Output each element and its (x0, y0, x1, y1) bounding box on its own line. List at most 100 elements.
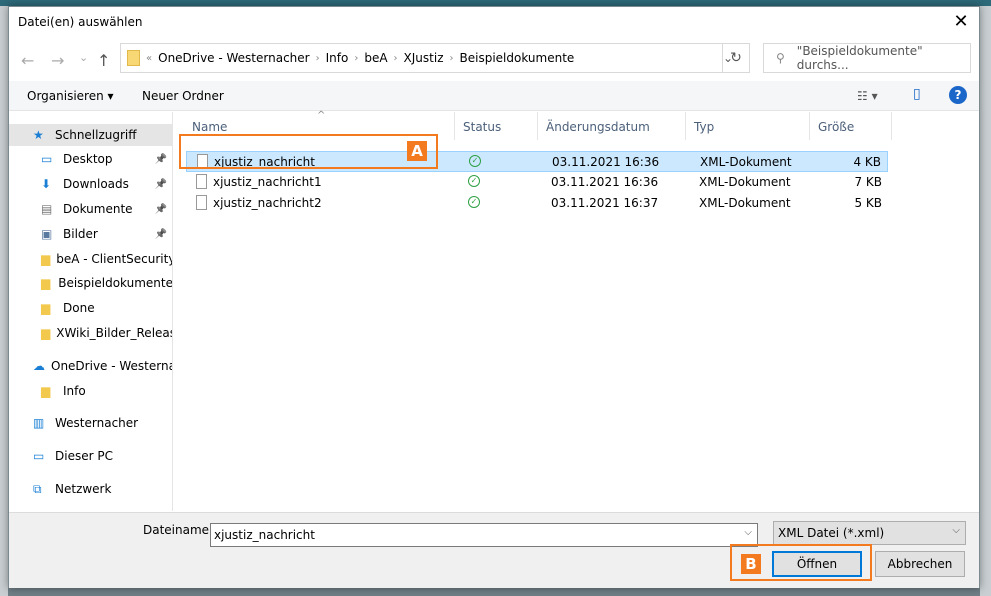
sidebar-item-label: Schnellzugriff (55, 128, 137, 142)
filetype-value: XML Datei (*.xml) (778, 526, 885, 540)
pin-icon[interactable]: 📌 (155, 179, 167, 190)
recent-locations-chevron-icon[interactable]: ⌄ (79, 51, 88, 64)
xml-file-icon (196, 195, 207, 210)
sync-status-icon: ✓ (469, 155, 481, 167)
sidebar-item[interactable]: ▆ Beispieldokumente (9, 272, 172, 294)
sidebar-item[interactable]: ▣ Bilder 📌 (9, 223, 172, 245)
download-icon: ⬇ (41, 177, 52, 191)
sidebar-item[interactable]: ▥ Westernacher (9, 412, 172, 434)
breadcrumb-bea[interactable]: beA (364, 51, 387, 65)
sidebar-item-label: Done (63, 301, 95, 315)
sidebar-item-label: XWiki_Bilder_Releas (56, 326, 173, 340)
network-icon: ⧉ (33, 482, 42, 496)
overflow-chevron[interactable]: « (146, 53, 152, 64)
sidebar-item[interactable]: ▭ Dieser PC (9, 445, 172, 467)
folder-icon (127, 50, 140, 66)
chevron-down-icon[interactable]: ⌵ (744, 527, 752, 538)
dialog-title: Datei(en) auswählen (18, 15, 143, 29)
file-size: 4 KB (853, 155, 881, 169)
sidebar-item[interactable]: ▤ Dokumente 📌 (9, 198, 172, 220)
file-list[interactable]: ^ Name Status Änderungsdatum Typ Größe x… (174, 110, 979, 511)
building-icon: ▥ (33, 416, 45, 430)
file-size: 5 KB (854, 196, 882, 210)
breadcrumb-onedrive[interactable]: OneDrive - Westernacher (158, 51, 309, 65)
sidebar-item-label: Bilder (63, 227, 98, 241)
file-name: xjustiz_nachricht1 (213, 175, 322, 189)
file-row[interactable]: xjustiz_nachricht1 ✓ 03.11.2021 16:36 XML-D… (186, 172, 888, 193)
pin-icon[interactable]: 📌 (155, 204, 167, 215)
column-header-date[interactable]: Änderungsdatum (538, 112, 686, 140)
file-date: 03.11.2021 16:36 (551, 175, 659, 189)
sidebar-item-label: Westernacher (55, 416, 139, 430)
sync-status-icon: ✓ (468, 175, 480, 187)
forward-arrow-icon[interactable]: → (51, 51, 64, 70)
search-icon: ⚲ (776, 51, 785, 65)
folder-icon: ▆ (41, 252, 51, 266)
sidebar-item[interactable]: ▆ Done (9, 297, 172, 319)
folder-icon: ▆ (41, 301, 51, 315)
sidebar-item-label: Downloads (63, 177, 129, 191)
view-options-icon[interactable]: ☷ ▾ (857, 89, 878, 103)
cancel-button[interactable]: Abbrechen (875, 551, 965, 577)
refresh-button[interactable]: ↻ (722, 43, 750, 73)
computer-icon: ▭ (33, 449, 45, 463)
folder-icon: ▆ (41, 384, 51, 398)
annotation-badge-b: B (741, 554, 761, 574)
folder-icon: ▆ (41, 326, 51, 340)
close-button[interactable]: ✕ (949, 11, 973, 33)
filename-label: Dateiname: (143, 523, 214, 537)
up-arrow-icon[interactable]: ↑ (97, 51, 110, 70)
pin-icon[interactable]: 📌 (155, 229, 167, 240)
filename-value: xjustiz_nachricht (214, 528, 315, 542)
back-arrow-icon[interactable]: ← (21, 51, 34, 70)
file-name: xjustiz_nachricht2 (213, 196, 322, 210)
address-bar[interactable]: « OneDrive - Westernacher › Info › beA › XJ… (120, 43, 750, 73)
breadcrumb-xjustiz[interactable]: XJustiz (404, 51, 444, 65)
column-header-type[interactable]: Typ (686, 112, 810, 140)
chevron-down-icon: ⌵ (952, 525, 960, 536)
column-header-size[interactable]: Größe (810, 112, 892, 140)
sidebar-item-label: Dieser PC (55, 449, 113, 463)
sidebar-item[interactable]: ⧉ Netzwerk (9, 478, 172, 500)
pictures-icon: ▣ (41, 227, 53, 241)
column-header-status[interactable]: Status (455, 112, 538, 140)
xml-file-icon (196, 174, 207, 189)
pin-icon[interactable]: 📌 (155, 154, 167, 165)
file-row[interactable]: xjustiz_nachricht2 ✓ 03.11.2021 16:37 XML-D… (186, 193, 888, 214)
file-type: XML-Dokument (699, 175, 791, 189)
breadcrumb-info[interactable]: Info (326, 51, 349, 65)
annotation-highlight-a (179, 134, 438, 169)
sidebar-item[interactable]: ▆ beA - ClientSecurity (9, 248, 173, 270)
sidebar-item-label: Dokumente (63, 202, 133, 216)
sidebar-item[interactable]: ⬇ Downloads 📌 (9, 173, 172, 195)
sidebar-item-label: beA - ClientSecurity (56, 252, 173, 266)
sidebar-item[interactable]: ★ Schnellzugriff (9, 124, 172, 146)
file-open-dialog: Datei(en) auswählen ✕ ← → ⌄ ↑ « OneDrive… (8, 6, 980, 588)
breadcrumb-beispieldokumente[interactable]: Beispieldokumente (460, 51, 575, 65)
navigation-pane[interactable]: ★ Schnellzugriff ▭ Desktop 📌 ⬇ Downloads 📌 ▤ Doku… (9, 112, 173, 511)
file-size: 7 KB (854, 175, 882, 189)
file-type: XML-Dokument (699, 196, 791, 210)
sidebar-item[interactable]: ☁ OneDrive - Westernac (9, 355, 173, 377)
search-placeholder: "Beispieldokumente" durchs... (796, 44, 923, 72)
filetype-select[interactable]: XML Datei (*.xml) ⌵ (773, 521, 966, 545)
new-folder-button[interactable]: Neuer Ordner (142, 89, 224, 103)
file-date: 03.11.2021 16:37 (551, 196, 659, 210)
annotation-badge-a: A (407, 141, 427, 161)
file-type: XML-Dokument (700, 155, 792, 169)
sidebar-item[interactable]: ▆ XWiki_Bilder_Releas (9, 322, 173, 344)
help-icon[interactable]: ? (949, 86, 967, 104)
sidebar-item[interactable]: ▆ Info (9, 380, 172, 402)
search-input[interactable]: ⚲ "Beispieldokumente" durchs... (763, 43, 971, 73)
sidebar-item[interactable]: ▭ Desktop 📌 (9, 148, 172, 170)
documents-icon: ▤ (41, 202, 53, 216)
cloud-icon: ☁ (33, 359, 45, 373)
preview-pane-icon[interactable]: ▯ (913, 86, 921, 102)
sidebar-item-label: OneDrive - Westernac (51, 359, 173, 373)
filename-input[interactable]: xjustiz_nachricht ⌵ (210, 523, 758, 547)
sidebar-item-label: Desktop (63, 152, 113, 166)
background-window (0, 6, 8, 596)
organize-button[interactable]: Organisieren ▾ (27, 89, 114, 103)
background-window (980, 6, 991, 596)
sidebar-item-label: Netzwerk (55, 482, 112, 496)
